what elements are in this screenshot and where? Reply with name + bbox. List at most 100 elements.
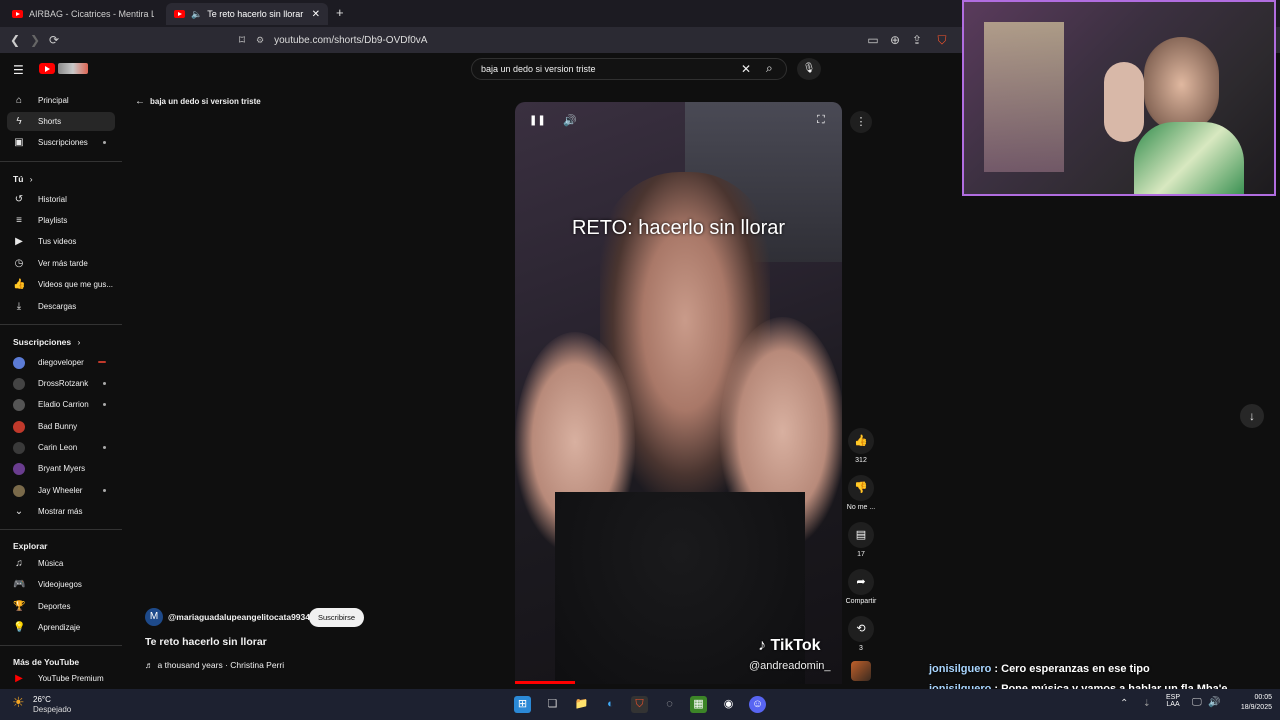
reload-icon[interactable]: ⟳ — [46, 32, 62, 48]
more-options-icon[interactable]: ⋮ — [850, 111, 872, 133]
discord-icon[interactable]: ☺ — [749, 696, 766, 713]
fullscreen-icon[interactable]: ⛶ — [817, 114, 825, 127]
search-icon[interactable]: ⌕ — [766, 61, 773, 76]
sidebar-item-playlists[interactable]: ≡ Playlists — [7, 211, 115, 230]
app-icon-circle[interactable]: ◌ — [661, 696, 678, 713]
edge-browser-icon[interactable]: ◐ — [602, 696, 619, 713]
youtube-favicon-icon — [12, 10, 23, 18]
sidebar-item-videojuegos[interactable]: 🎮 Videojuegos — [7, 575, 115, 594]
next-short-arrow-down-icon[interactable]: ↓ — [1240, 404, 1264, 428]
remix-button[interactable]: ⟲ 3 — [844, 616, 878, 652]
sidebar-item-principal[interactable]: ⌂ Principal — [7, 91, 115, 110]
sidebar-section-tu[interactable]: Tú › — [13, 174, 33, 184]
cast-icon[interactable]: ▭ — [865, 32, 881, 48]
weather-sun-icon[interactable]: ☀ — [12, 694, 25, 711]
network-monitor-icon[interactable]: 🖵 — [1192, 697, 1202, 708]
tray-chevron-up-icon[interactable]: ⌃ — [1120, 698, 1128, 709]
new-content-dot — [103, 489, 106, 492]
clear-search-icon[interactable]: ✕ — [741, 62, 751, 76]
dislike-button[interactable]: 👎 No me ... — [844, 475, 878, 511]
comments-button[interactable]: ▤ 17 — [844, 522, 878, 558]
channel-name[interactable]: @mariaguadalupeangelitocata9934 — [168, 612, 310, 622]
site-settings-icon[interactable]: ⚙ — [256, 35, 264, 46]
sidebar-item-deportes[interactable]: 🏆 Deportes — [7, 597, 115, 616]
share-page-icon[interactable]: ⇪ — [909, 32, 925, 48]
short-video-player[interactable]: RETO: hacerlo sin llorar ♪ TikTok @andre… — [515, 102, 842, 684]
youtube-logo-icon[interactable] — [39, 63, 55, 74]
audio-track-thumbnail[interactable] — [844, 661, 878, 681]
sidebar-item-label: Historial — [38, 195, 67, 204]
sidebar-item-label: diegoveloper — [38, 358, 84, 367]
menu-hamburger-icon[interactable]: ☰ — [13, 63, 24, 77]
browser-tab-current[interactable]: 🔈 Te reto hacerlo sin llorar - YouTube ✕ — [166, 3, 328, 25]
address-bar[interactable]: ⚙ youtube.com/shorts/Db9-OVDf0vA — [256, 30, 956, 50]
sidebar-item-liked-videos[interactable]: 👍 Videos que me gus... — [7, 275, 115, 294]
chat-text: Cero esperanzas en ese tipo — [1001, 663, 1150, 675]
sidebar-item-label: Videos que me gus... — [38, 280, 114, 289]
minecraft-icon[interactable]: ▦ — [690, 696, 707, 713]
bookmark-icon[interactable]: ⌑ — [234, 32, 250, 48]
section-title: Explorar — [13, 541, 48, 551]
share-button[interactable]: ➦ Compartir — [844, 569, 878, 605]
sidebar-sub-bad-bunny[interactable]: Bad Bunny — [7, 417, 115, 436]
file-explorer-icon[interactable]: 📁 — [573, 696, 590, 713]
sidebar-item-label: Principal — [38, 96, 69, 105]
windows-start-icon[interactable]: ⊞ — [514, 696, 531, 713]
sidebar-sub-jay-wheeler[interactable]: Jay Wheeler — [7, 481, 115, 500]
back-arrow-icon[interactable]: ❮ — [7, 32, 23, 48]
sidebar-sub-carin-leon[interactable]: Carin Leon — [7, 438, 115, 457]
sidebar-item-suscripciones[interactable]: ▣ Suscripciones — [7, 133, 115, 152]
sidebar-sub-eladio-carrion[interactable]: Eladio Carrion — [7, 395, 115, 414]
volume-icon[interactable]: 🔊 — [563, 114, 577, 127]
sidebar-item-shorts[interactable]: ϟ Shorts — [7, 112, 115, 131]
speaker-volume-icon[interactable]: 🔊 — [1208, 697, 1220, 708]
language-indicator[interactable]: ESP LAA — [1166, 694, 1180, 708]
like-button[interactable]: 👍 312 — [844, 428, 878, 464]
sidebar-item-descargas[interactable]: ⤓ Descargas — [7, 297, 115, 316]
subscribe-button[interactable]: Suscribirse — [309, 608, 365, 627]
voice-search-mic-icon[interactable]: 🎙 — [797, 58, 821, 80]
webcam-raised-hand — [1104, 62, 1144, 142]
close-tab-icon[interactable]: ✕ — [312, 9, 320, 20]
sidebar-item-historial[interactable]: ↺ Historial — [7, 190, 115, 209]
brave-shield-icon[interactable]: ⛉ — [934, 32, 950, 48]
share-label: Compartir — [845, 598, 877, 605]
new-tab-plus-icon[interactable]: + — [336, 5, 344, 20]
new-content-dot — [103, 141, 106, 144]
search-input[interactable]: baja un dedo si version triste — [471, 58, 787, 80]
sidebar-item-aprendizaje[interactable]: 💡 Aprendizaje — [7, 618, 115, 637]
sidebar-section-suscripciones[interactable]: Suscripciones › — [13, 337, 80, 347]
sidebar-sub-bryant-myers[interactable]: Bryant Myers — [7, 459, 115, 478]
forward-arrow-icon[interactable]: ❯ — [27, 32, 43, 48]
shorts-icon: ϟ — [16, 116, 22, 127]
youtube-doodle-logo[interactable] — [58, 63, 88, 74]
speaker-icon: 🔈 — [191, 8, 203, 19]
sidebar-item-ver-mas-tarde[interactable]: ◷ Ver más tarde — [7, 254, 115, 273]
channel-avatar[interactable]: M — [145, 608, 163, 626]
short-music-link[interactable]: ♬ a thousand years · Christina Perri — [145, 660, 284, 670]
chat-username: jonisilguero — [929, 663, 992, 675]
sidebar-item-label: Eladio Carrion — [38, 400, 89, 409]
avatar — [13, 398, 25, 411]
tiktok-brand-text: TikTok — [770, 637, 821, 654]
task-view-icon[interactable]: ❏ — [544, 696, 561, 713]
sidebar-item-tus-videos[interactable]: ▶ Tus videos — [7, 232, 115, 251]
zoom-icon[interactable]: ⊕ — [887, 32, 903, 48]
sidebar-sub-diegoveloper[interactable]: diegoveloper — [7, 353, 115, 372]
video-progress-bar[interactable] — [515, 681, 575, 684]
back-to-search-link[interactable]: ← baja un dedo si version triste — [135, 96, 261, 107]
obs-icon[interactable]: ◉ — [720, 696, 737, 713]
tray-app-icon[interactable]: ⇣ — [1143, 698, 1151, 709]
weather-temp[interactable]: 26°C — [33, 695, 51, 704]
sidebar-item-youtube-premium[interactable]: ▶ YouTube Premium — [7, 669, 115, 688]
browser-tab-airbag[interactable]: AIRBAG - Cicatrices - Mentira La Verdad — [4, 3, 162, 25]
playlists-icon: ≡ — [16, 215, 22, 226]
pause-icon[interactable]: ❚❚ — [529, 115, 546, 126]
sidebar-sub-drossrotzank[interactable]: DrossRotzank — [7, 374, 115, 393]
system-clock[interactable]: 00:05 18/9/2025 — [1228, 694, 1272, 711]
history-icon: ↺ — [14, 194, 24, 205]
clock-time: 00:05 — [1254, 694, 1272, 701]
brave-browser-icon[interactable]: ⛉ — [631, 696, 648, 713]
sidebar-item-musica[interactable]: ♫ Música — [7, 554, 115, 573]
sidebar-show-more[interactable]: ⌄ Mostrar más — [7, 502, 115, 521]
